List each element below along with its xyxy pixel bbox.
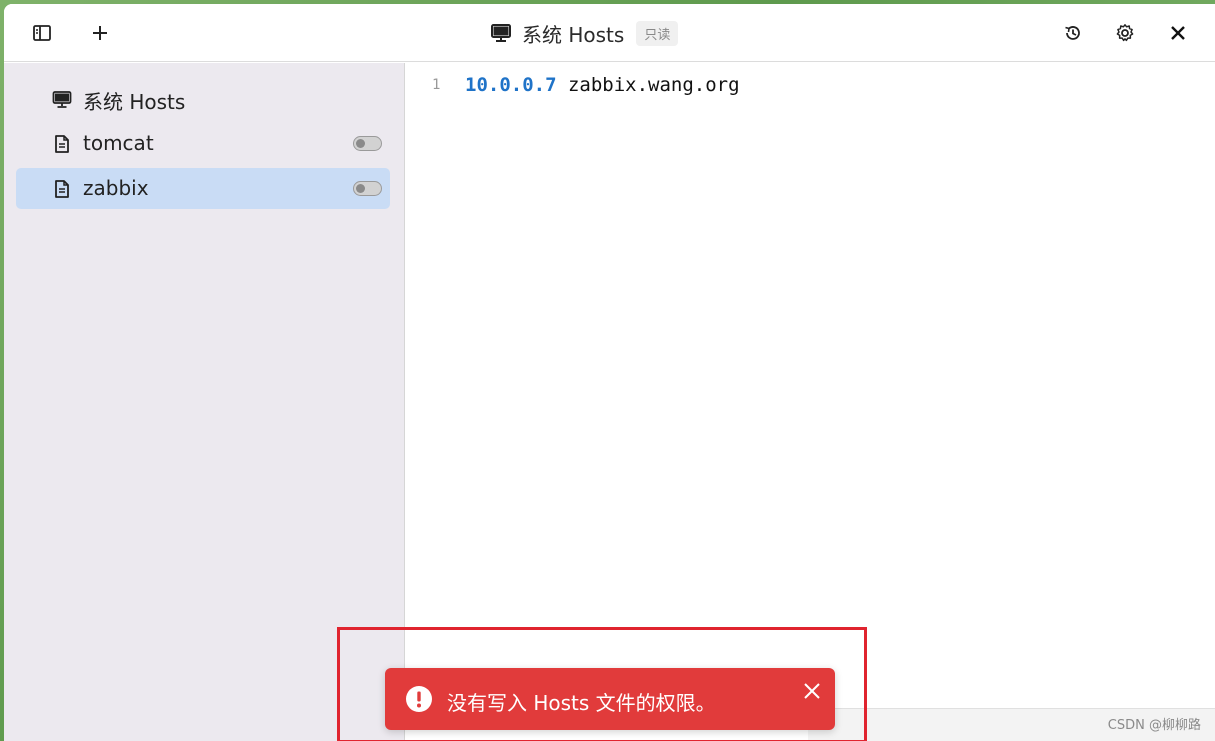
close-icon[interactable] [801, 680, 823, 702]
ip-address: 10.0.0.7 [465, 74, 557, 96]
sidebar-item-system-hosts[interactable]: 系统 Hosts [16, 78, 390, 119]
hostname: zabbix.wang.org [556, 74, 740, 96]
file-icon [55, 180, 69, 198]
sidebar-toggle-button[interactable] [24, 15, 60, 51]
sidebar-toggle-icon [33, 25, 51, 41]
settings-button[interactable] [1107, 15, 1143, 51]
title-bar: 系统 Hosts 只读 [4, 4, 1215, 62]
tomcat-enable-toggle[interactable] [353, 136, 382, 151]
error-icon [406, 686, 432, 712]
gear-icon [1116, 24, 1134, 42]
code-line: 10.0.0.7 zabbix.wang.org [465, 74, 740, 96]
status-bar: CSDN @柳柳路 [808, 708, 1215, 741]
add-button[interactable] [82, 15, 118, 51]
error-toast: 没有写入 Hosts 文件的权限。 [385, 668, 835, 730]
file-icon [55, 135, 69, 153]
sidebar-item-label: 系统 Hosts [83, 90, 186, 114]
sidebar-item-label: tomcat [83, 131, 154, 155]
history-icon [1065, 26, 1080, 40]
sidebar-item-label: zabbix [83, 176, 149, 200]
line-number: 1 [432, 77, 441, 93]
window-title-text: 系统 Hosts [522, 22, 625, 47]
sidebar-item-tomcat[interactable]: tomcat [16, 123, 390, 164]
monitor-icon [52, 91, 72, 108]
toast-message: 没有写入 Hosts 文件的权限。 [447, 691, 716, 715]
window-title: 系统 Hosts 只读 [490, 18, 679, 48]
sidebar-item-zabbix[interactable]: zabbix [16, 168, 390, 209]
close-icon [1171, 26, 1185, 40]
plus-icon [93, 26, 107, 40]
watermark: CSDN @柳柳路 [1107, 718, 1201, 733]
monitor-icon [491, 24, 511, 42]
history-button[interactable] [1055, 15, 1091, 51]
close-button[interactable] [1160, 15, 1196, 51]
readonly-badge: 只读 [636, 20, 679, 46]
zabbix-enable-toggle[interactable] [353, 181, 382, 196]
